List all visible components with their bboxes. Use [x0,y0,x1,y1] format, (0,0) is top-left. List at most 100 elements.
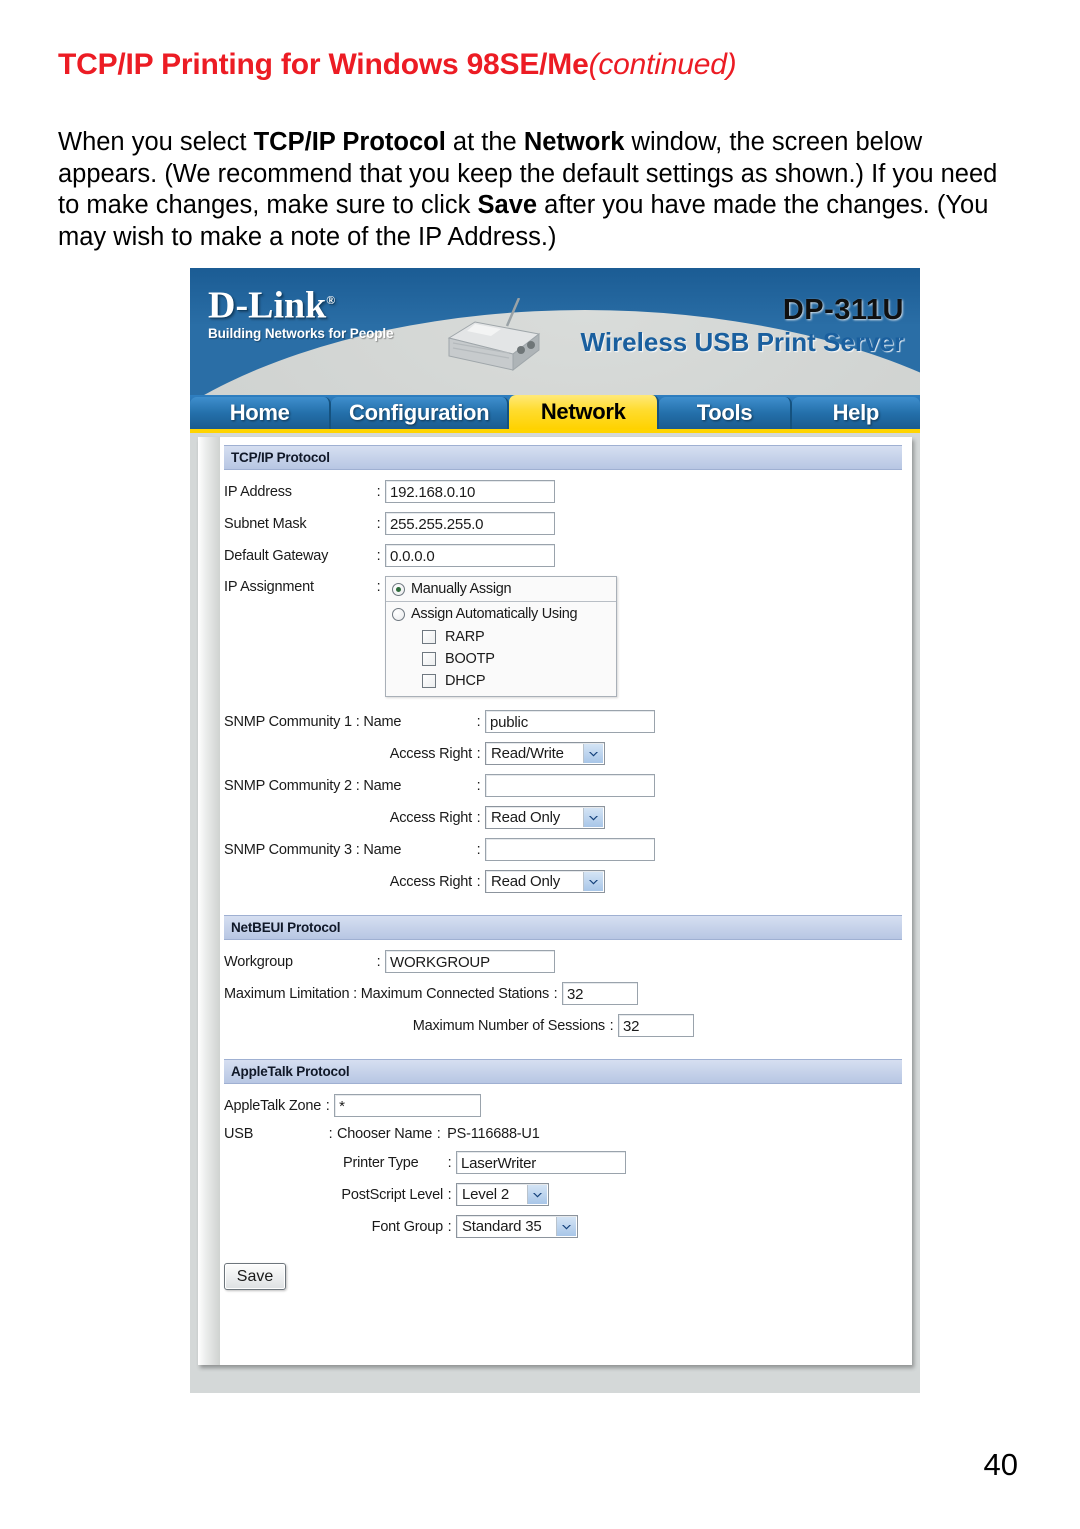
colon-separator: : [447,1218,452,1235]
banner-model-name: DP-311U [782,294,904,326]
dlink-logo-text: D-Link [208,284,327,327]
chevron-down-icon[interactable] [583,744,603,763]
dropdown-postscript-level[interactable]: Level 2 [456,1183,549,1206]
field-row-default-gateway: Default Gateway : 0.0.0.0 [224,544,902,567]
nav-tab-configuration[interactable]: Configuration [331,397,509,429]
dlink-logo: D-Link® Building Networks for People [208,280,428,341]
dropdown-value-snmp-community-1-access: Read/Write [491,745,564,762]
field-row-chooser-name: USB : Chooser Name : PS-116688-U1 [224,1126,902,1142]
chevron-down-icon[interactable] [556,1217,576,1236]
dropdown-font-group[interactable]: Standard 35 [456,1215,578,1238]
radio-manually-assign-icon[interactable] [392,582,405,596]
label-printer-type: Printer Type [343,1154,419,1171]
field-row-snmp-community-2-access: Access Right : Read Only [224,806,902,829]
dlink-logo-wordmark: D-Link® [208,280,428,326]
dropdown-snmp-community-2-access[interactable]: Read Only [485,806,605,829]
ip-assignment-group: Manually Assign Assign Automatically Usi… [385,576,617,697]
field-row-ip-address: IP Address : 192.168.0.10 [224,480,902,503]
colon-separator: : [476,873,481,890]
nav-tab-network[interactable]: Network [509,395,660,429]
page-title: TCP/IP Printing for Windows 98SE/Me(cont… [58,48,737,82]
radio-option-manually-assign[interactable]: Manually Assign [386,577,616,601]
input-workgroup[interactable]: WORKGROUP [385,950,555,973]
colon-separator: : [328,1126,333,1142]
label-usb: USB [224,1126,254,1142]
label-chooser-name: Chooser Name [337,1126,433,1142]
dropdown-snmp-community-1-access[interactable]: Read/Write [485,742,605,765]
colon-separator: : [325,1097,330,1114]
colon-separator: : [376,953,381,970]
radio-option-assign-automatically[interactable]: Assign Automatically Using [386,601,616,626]
field-row-snmp-community-3-name: SNMP Community 3 : Name : [224,838,902,861]
banner-product-text: DP-311U Wireless USB Print Server [581,294,904,357]
colon-separator: : [376,579,381,595]
field-row-font-group: Font Group : Standard 35 [224,1215,902,1238]
section-header-tcpip: TCP/IP Protocol [224,445,902,470]
print-server-device-image [447,298,541,372]
chevron-down-icon[interactable] [583,808,603,827]
dropdown-value-snmp-community-3-access: Read Only [491,873,561,890]
label-max-sessions: Maximum Number of Sessions [412,1017,605,1034]
label-appletalk-zone: AppleTalk Zone [224,1097,322,1114]
dropdown-value-snmp-community-2-access: Read Only [491,809,561,826]
label-default-gateway: Default Gateway [224,547,329,564]
input-ip-address[interactable]: 192.168.0.10 [385,480,555,503]
colon-separator: : [376,547,381,564]
input-snmp-community-2-name[interactable] [485,774,655,797]
section-header-netbeui: NetBEUI Protocol [224,915,902,940]
field-row-snmp-community-1-name: SNMP Community 1 : Name : public [224,710,902,733]
dropdown-value-postscript-level: Level 2 [462,1186,509,1203]
input-snmp-community-1-name[interactable]: public [485,710,655,733]
colon-separator: : [476,713,481,730]
page-number: 40 [983,1447,1018,1482]
field-row-snmp-community-1-access: Access Right : Read/Write [224,742,902,765]
dropdown-snmp-community-3-access[interactable]: Read Only [485,870,605,893]
save-button[interactable]: Save [224,1263,286,1290]
label-snmp-community-3-name: SNMP Community 3 : Name [224,841,402,858]
checkbox-bootp-icon[interactable] [422,652,436,666]
label-snmp-community-2-name: SNMP Community 2 : Name [224,777,402,794]
colon-separator: : [376,483,381,500]
colon-separator: : [553,985,558,1002]
checkbox-row-rarp[interactable]: RARP [386,626,616,648]
value-chooser-name: PS-116688-U1 [447,1126,540,1142]
checkbox-rarp-icon[interactable] [422,630,436,644]
checkbox-dhcp-icon[interactable] [422,674,436,688]
dlink-logo-tagline: Building Networks for People [208,325,394,341]
field-row-snmp-community-3-access: Access Right : Read Only [224,870,902,893]
input-printer-type[interactable]: LaserWriter [456,1151,626,1174]
field-row-workgroup: Workgroup : WORKGROUP [224,950,902,973]
colon-separator: : [436,1126,441,1142]
input-max-connected-stations[interactable]: 32 [562,982,639,1005]
chevron-down-icon[interactable] [527,1185,547,1204]
checkbox-label-bootp: BOOTP [445,651,495,667]
input-appletalk-zone[interactable]: * [334,1094,482,1117]
input-snmp-community-3-name[interactable] [485,838,655,861]
label-postscript-level: PostScript Level [341,1186,443,1203]
field-row-max-sessions: Maximum Number of Sessions : 32 [224,1014,902,1037]
content-panel: TCP/IP Protocol IP Address : 192.168.0.1… [198,437,912,1365]
input-default-gateway[interactable]: 0.0.0.0 [385,544,555,567]
dropdown-value-font-group: Standard 35 [462,1218,542,1235]
input-subnet-mask[interactable]: 255.255.255.0 [385,512,555,535]
chevron-down-icon[interactable] [583,872,603,891]
colon-separator: : [447,1154,452,1171]
label-workgroup: Workgroup [224,953,293,970]
field-row-snmp-community-2-name: SNMP Community 2 : Name : [224,774,902,797]
nav-tab-tools[interactable]: Tools [659,397,792,429]
section-header-appletalk: AppleTalk Protocol [224,1059,902,1084]
checkbox-row-bootp[interactable]: BOOTP [386,648,616,670]
banner-product-tagline: Wireless USB Print Server [580,327,904,357]
input-max-sessions[interactable]: 32 [618,1014,694,1037]
checkbox-label-dhcp: DHCP [445,673,486,689]
nav-tab-home[interactable]: Home [190,397,332,429]
label-snmp-community-3-access: Access Right [389,873,472,890]
label-subnet-mask: Subnet Mask [224,515,307,532]
nav-tab-help[interactable]: Help [791,397,921,429]
radio-label-manually-assign: Manually Assign [411,581,512,597]
checkbox-row-dhcp[interactable]: DHCP [386,670,616,696]
radio-assign-automatically-icon[interactable] [392,607,405,621]
field-row-printer-type: Printer Type : LaserWriter [224,1151,902,1174]
label-snmp-community-2-access: Access Right [389,809,472,826]
device-web-ui-screenshot: D-Link® Building Networks for People DP-… [190,268,921,1393]
